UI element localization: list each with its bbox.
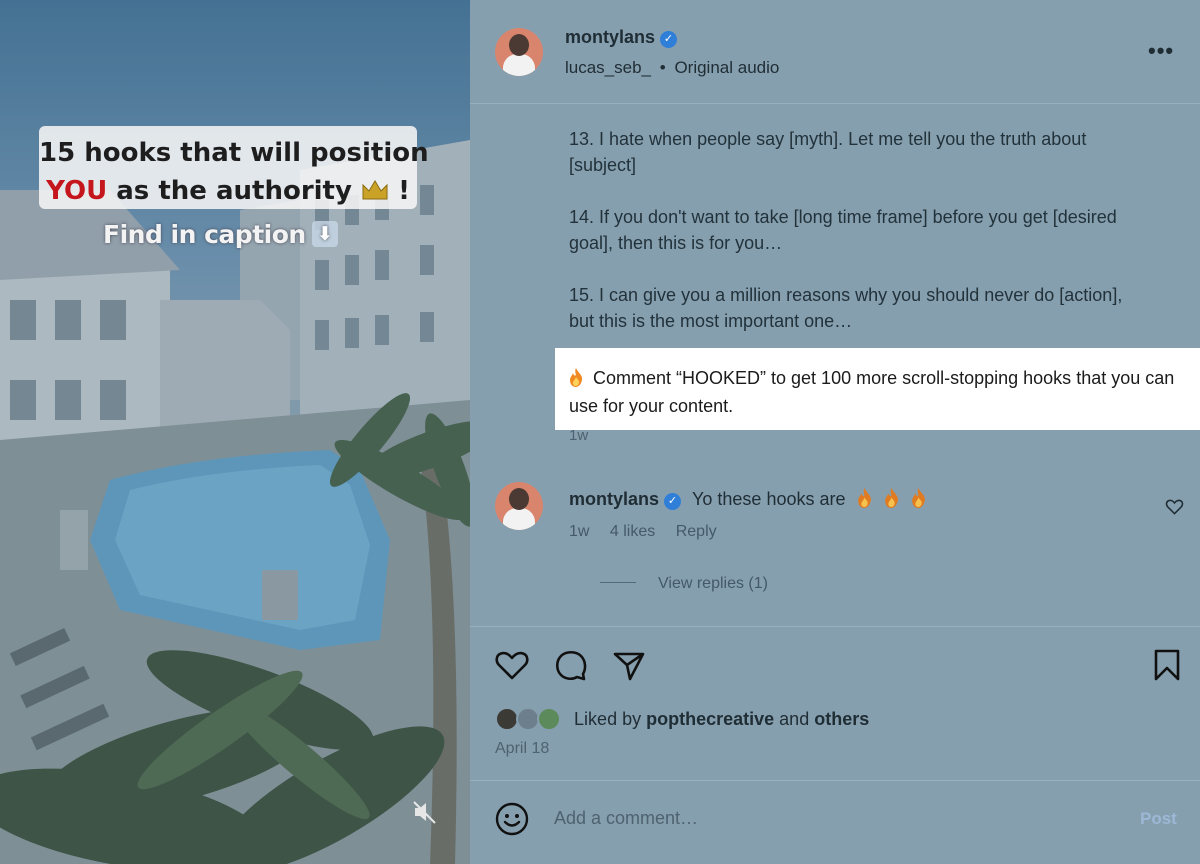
caption-cta: Comment “HOOKED” to get 100 more scroll-… <box>569 364 1179 420</box>
fire-icon <box>570 368 583 387</box>
comment-bubble-icon[interactable] <box>553 647 589 683</box>
liked-by-row: Liked by popthecreative and others <box>495 707 869 731</box>
share-send-icon[interactable] <box>611 647 647 683</box>
post-comment-button[interactable]: Post <box>1140 809 1177 829</box>
comment-meta: 1w 4 likes Reply <box>569 523 733 541</box>
caption-timestamp[interactable]: 1w <box>569 427 588 444</box>
post-header: montylans ✓ lucas_seb_ • Original audio •… <box>470 0 1200 104</box>
comment-likes[interactable]: 4 likes <box>610 523 655 540</box>
audio-user[interactable]: lucas_seb_ <box>565 58 651 77</box>
caption-item-14: 14. If you don't want to take [long time… <box>569 207 1117 253</box>
verified-badge-icon: ✓ <box>664 493 682 510</box>
comment-item: montylans ✓ Yo these hooks are 1w 4 likes… <box>495 480 1185 600</box>
liker-avatar[interactable] <box>537 707 562 731</box>
comment-input[interactable]: Add a comment… <box>554 808 698 829</box>
audio-separator: • <box>659 58 666 77</box>
hook-title-exclaim: ! <box>398 176 410 206</box>
post-actions: Liked by popthecreative and others April… <box>470 626 1200 781</box>
liked-by-and: and <box>779 709 810 729</box>
caption-cta-text: Comment “HOOKED” to get 100 more scroll-… <box>569 368 1175 416</box>
post-date[interactable]: April 18 <box>495 740 549 758</box>
comment-reply-button[interactable]: Reply <box>676 523 717 540</box>
hook-title-you: YOU <box>46 176 108 206</box>
liked-by-prefix: Liked by <box>574 709 642 729</box>
find-in-caption-text: Find in caption <box>103 220 306 249</box>
comment-composer: Add a comment… Post <box>470 782 1200 864</box>
comment-username[interactable]: montylans <box>569 489 659 509</box>
view-replies-button[interactable]: View replies (1) <box>600 575 768 593</box>
liked-by-others[interactable]: others <box>814 709 869 729</box>
view-replies-label: View replies (1) <box>658 575 768 592</box>
fire-emoji-icon <box>857 488 871 508</box>
hook-title-rest: as the authority <box>116 176 352 206</box>
down-arrow-icon: ⬇ <box>311 221 338 247</box>
save-bookmark-icon[interactable] <box>1149 647 1185 683</box>
fire-emoji-group <box>857 488 938 509</box>
fire-emoji-icon <box>911 488 925 508</box>
emoji-picker-icon[interactable] <box>495 802 529 836</box>
comment-time[interactable]: 1w <box>569 523 589 540</box>
fire-emoji-icon <box>884 488 898 508</box>
like-heart-icon[interactable] <box>494 647 530 683</box>
caption-item-13: 13. I hate when people say [myth]. Let m… <box>569 129 1087 175</box>
find-in-caption-label: Find in caption ⬇ <box>103 220 338 249</box>
muted-speaker-icon[interactable] <box>410 797 440 827</box>
avatar[interactable] <box>495 28 543 76</box>
hook-title-card: 15 hooks that will position YOU as the a… <box>39 126 429 210</box>
comment-like-heart-icon[interactable] <box>1165 497 1184 516</box>
more-options-icon[interactable]: ••• <box>1148 38 1174 64</box>
caption-item-15: 15. I can give you a million reasons why… <box>569 285 1123 331</box>
comment-body: montylans ✓ Yo these hooks are <box>569 488 938 510</box>
hook-title-line2: YOU as the authority ! <box>39 172 417 210</box>
hook-title-line1: 15 hooks that will position <box>39 138 429 168</box>
post-panel: montylans ✓ lucas_seb_ • Original audio •… <box>470 0 1200 864</box>
post-caption: 13. I hate when people say [myth]. Let m… <box>569 126 1139 360</box>
reel-media[interactable]: 15 hooks that will position YOU as the a… <box>0 0 470 864</box>
comment-text: Yo these hooks are <box>692 489 846 509</box>
comment-avatar[interactable] <box>495 482 543 530</box>
replies-divider <box>600 582 636 583</box>
crown-icon <box>362 180 388 200</box>
liked-by-user[interactable]: popthecreative <box>646 709 774 729</box>
author-row: montylans ✓ <box>565 27 678 48</box>
verified-badge-icon: ✓ <box>660 31 678 48</box>
author-username[interactable]: montylans <box>565 27 655 47</box>
audio-line: lucas_seb_ • Original audio <box>565 58 779 78</box>
audio-label[interactable]: Original audio <box>674 58 779 77</box>
